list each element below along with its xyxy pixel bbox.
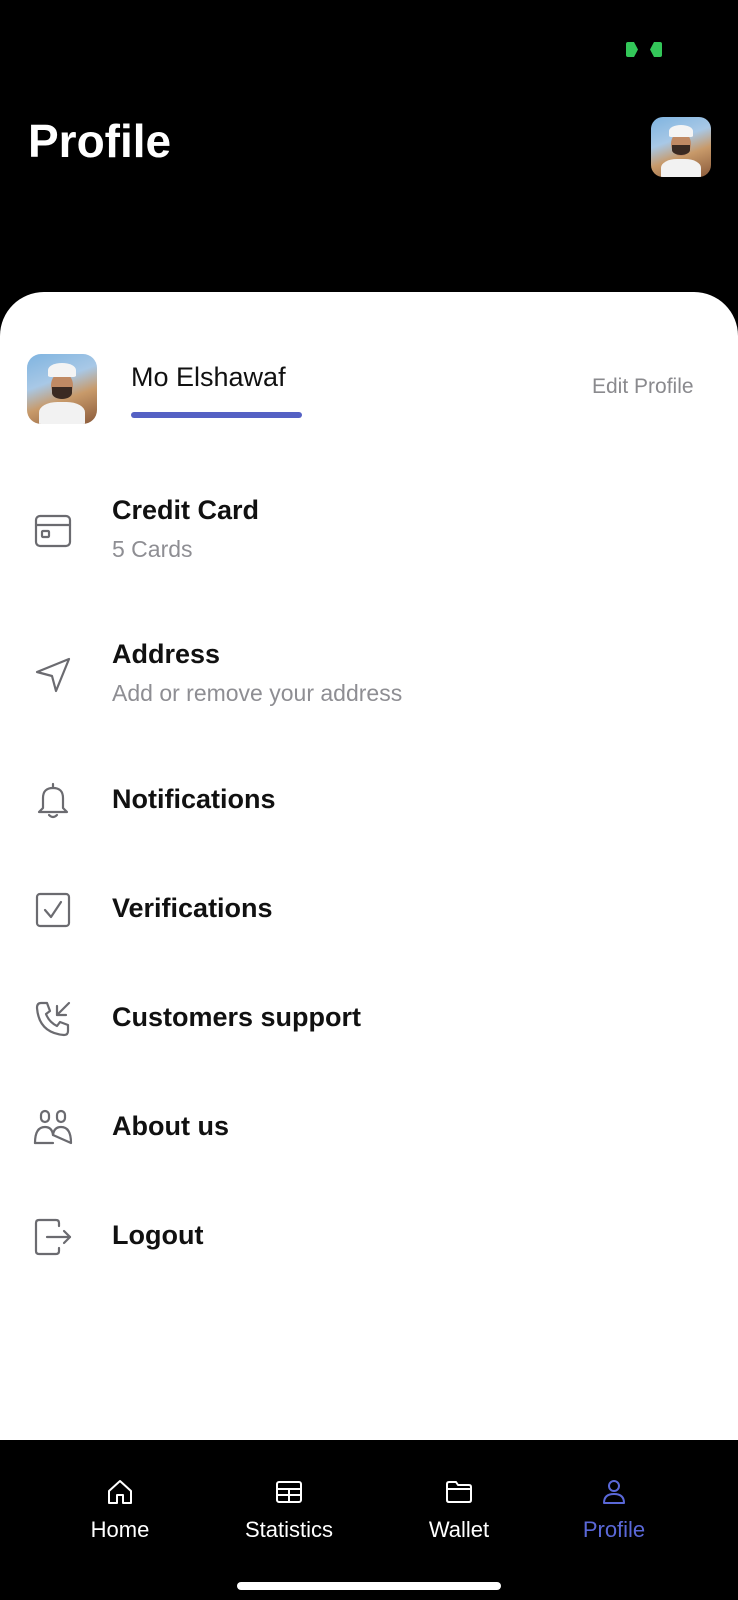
navigation-icon — [33, 654, 73, 694]
menu-item-subtitle: 5 Cards — [112, 536, 193, 562]
page-title: Profile — [28, 115, 172, 167]
tab-label: Statistics — [244, 1517, 334, 1542]
menu-item-title: Credit Card — [112, 495, 260, 525]
edit-profile-button[interactable]: Edit Profile — [592, 375, 694, 399]
menu-item-title: Notifications — [112, 784, 276, 814]
logout-icon — [33, 1217, 73, 1257]
home-indicator — [237, 1582, 501, 1590]
menu-item-title: Verifications — [112, 893, 273, 923]
tab-wallet[interactable]: Wallet — [384, 1440, 534, 1550]
menu-item-title: About us — [112, 1111, 229, 1141]
user-name: Mo Elshawaf — [131, 362, 286, 392]
menu-item-credit-card[interactable]: Credit Card 5 Cards — [0, 480, 738, 580]
user-avatar[interactable] — [27, 354, 97, 424]
tab-label: Profile — [582, 1517, 646, 1542]
menu-item-subtitle: Add or remove your address — [112, 680, 403, 706]
menu-item-customers-support[interactable]: Customers support — [0, 988, 738, 1068]
status-indicator-icon — [626, 42, 662, 57]
credit-card-icon — [33, 511, 73, 551]
tab-label: Home — [90, 1517, 150, 1542]
users-icon — [33, 1108, 73, 1148]
header-avatar[interactable] — [651, 117, 711, 177]
tab-statistics[interactable]: Statistics — [214, 1440, 364, 1550]
user-name-underline — [131, 412, 302, 418]
menu-item-title: Address — [112, 639, 221, 669]
tab-home[interactable]: Home — [45, 1440, 195, 1550]
menu-item-verifications[interactable]: Verifications — [0, 879, 738, 959]
menu-item-title: Logout — [112, 1220, 204, 1250]
home-icon — [106, 1478, 134, 1506]
folder-icon — [445, 1478, 473, 1506]
menu-item-logout[interactable]: Logout — [0, 1206, 738, 1286]
tab-bar: Home Statistics Wallet Profile — [0, 1440, 738, 1600]
tab-label: Wallet — [428, 1517, 490, 1542]
checkbox-icon — [33, 890, 73, 930]
table-icon — [275, 1478, 303, 1506]
menu-item-about-us[interactable]: About us — [0, 1097, 738, 1177]
menu-item-address[interactable]: Address Add or remove your address — [0, 624, 738, 724]
user-icon — [600, 1478, 628, 1506]
menu-item-title: Customers support — [112, 1002, 362, 1032]
menu-item-notifications[interactable]: Notifications — [0, 770, 738, 850]
phone-incoming-icon — [33, 999, 73, 1039]
tab-profile[interactable]: Profile — [539, 1440, 689, 1550]
bell-icon — [33, 781, 73, 821]
